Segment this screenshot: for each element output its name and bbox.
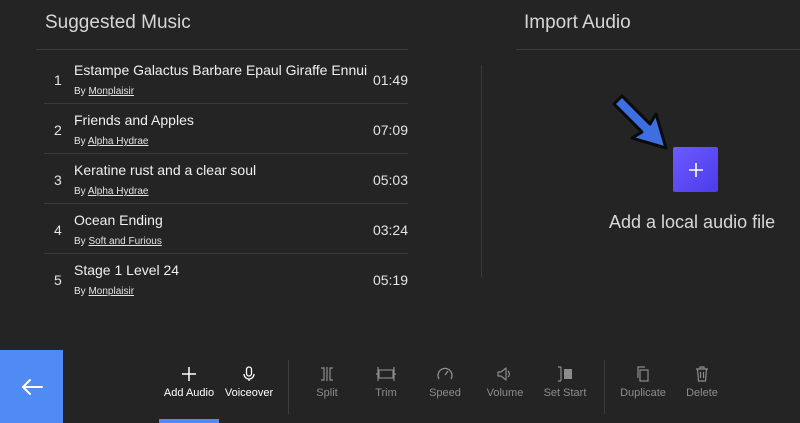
track-byline: By Alpha Hydrae — [74, 186, 149, 197]
duplicate-label: Duplicate — [620, 387, 666, 399]
artist-link[interactable]: Monplaisir — [88, 86, 134, 97]
back-button[interactable] — [0, 350, 63, 423]
import-audio-button[interactable] — [673, 147, 718, 192]
track-byline: By Soft and Furious — [74, 236, 162, 247]
track-row[interactable]: 1 Estampe Galactus Barbare Epaul Giraffe… — [44, 54, 408, 104]
track-title: Stage 1 Level 24 — [74, 262, 180, 278]
set-start-button[interactable]: Set Start — [535, 362, 595, 420]
track-byline: By Monplaisir — [74, 86, 134, 97]
by-label: By — [74, 136, 86, 147]
active-tab-indicator — [159, 419, 219, 423]
track-list: 1 Estampe Galactus Barbare Epaul Giraffe… — [44, 54, 408, 304]
suggested-title-divider — [36, 49, 408, 50]
by-label: By — [74, 186, 86, 197]
track-number: 3 — [54, 172, 62, 188]
track-byline: By Monplaisir — [74, 286, 134, 297]
track-number: 4 — [54, 222, 62, 238]
by-label: By — [74, 236, 86, 247]
track-number: 5 — [54, 272, 62, 288]
track-duration: 03:24 — [372, 222, 408, 238]
arrow-down-right-icon — [612, 94, 668, 150]
track-byline: By Alpha Hydrae — [74, 136, 149, 147]
trim-button[interactable]: Trim — [356, 362, 416, 420]
toolbar-separator — [604, 360, 605, 414]
by-label: By — [74, 286, 86, 297]
panel-divider — [481, 65, 482, 277]
track-number: 1 — [54, 72, 62, 88]
voiceover-button[interactable]: Voiceover — [219, 362, 279, 420]
speed-label: Speed — [429, 387, 461, 399]
plus-icon — [182, 367, 196, 381]
microphone-icon — [243, 366, 255, 381]
voiceover-label: Voiceover — [224, 387, 274, 399]
add-audio-label: Add Audio — [163, 387, 215, 399]
track-title: Ocean Ending — [74, 212, 163, 228]
volume-label: Volume — [486, 387, 524, 399]
track-duration: 07:09 — [372, 122, 408, 138]
artist-link[interactable]: Soft and Furious — [88, 236, 161, 247]
suggested-music-title: Suggested Music — [45, 12, 191, 33]
trim-label: Trim — [375, 387, 397, 399]
track-duration: 01:49 — [372, 72, 408, 88]
speed-button[interactable]: Speed — [415, 362, 475, 420]
delete-label: Delete — [686, 387, 718, 399]
track-duration: 05:19 — [372, 272, 408, 288]
trash-icon — [696, 366, 708, 382]
track-row[interactable]: 2 Friends and Apples By Alpha Hydrae 07:… — [44, 104, 408, 154]
artist-link[interactable]: Monplaisir — [88, 286, 134, 297]
track-title: Keratine rust and a clear soul — [74, 162, 257, 178]
import-title-divider — [516, 49, 800, 50]
copy-icon — [637, 366, 649, 382]
set-start-label: Set Start — [543, 387, 587, 399]
split-icon — [321, 367, 333, 381]
duplicate-button[interactable]: Duplicate — [613, 362, 673, 420]
track-title: Friends and Apples — [74, 112, 194, 128]
split-label: Split — [316, 387, 338, 399]
split-button[interactable]: Split — [297, 362, 357, 420]
arrow-left-icon — [21, 378, 43, 395]
toolbar-separator — [288, 360, 289, 414]
artist-link[interactable]: Alpha Hydrae — [88, 136, 149, 147]
volume-button[interactable]: Volume — [475, 362, 535, 420]
track-row[interactable]: 5 Stage 1 Level 24 By Monplaisir 05:19 — [44, 254, 408, 304]
plus-icon — [688, 162, 703, 177]
speaker-icon — [497, 367, 510, 381]
speedometer-icon — [437, 367, 453, 380]
import-audio-label: Add a local audio file — [609, 212, 776, 232]
by-label: By — [74, 86, 86, 97]
track-duration: 05:03 — [372, 172, 408, 188]
artist-link[interactable]: Alpha Hydrae — [88, 186, 149, 197]
delete-button[interactable]: Delete — [672, 362, 732, 420]
import-audio-title: Import Audio — [524, 12, 631, 33]
track-row[interactable]: 4 Ocean Ending By Soft and Furious 03:24 — [44, 204, 408, 254]
trim-icon — [376, 367, 396, 381]
track-title: Estampe Galactus Barbare Epaul Giraffe E… — [74, 62, 368, 78]
track-number: 2 — [54, 122, 62, 138]
set-start-icon — [558, 366, 572, 382]
track-row[interactable]: 3 Keratine rust and a clear soul By Alph… — [44, 154, 408, 204]
add-audio-button[interactable]: Add Audio — [159, 362, 219, 420]
